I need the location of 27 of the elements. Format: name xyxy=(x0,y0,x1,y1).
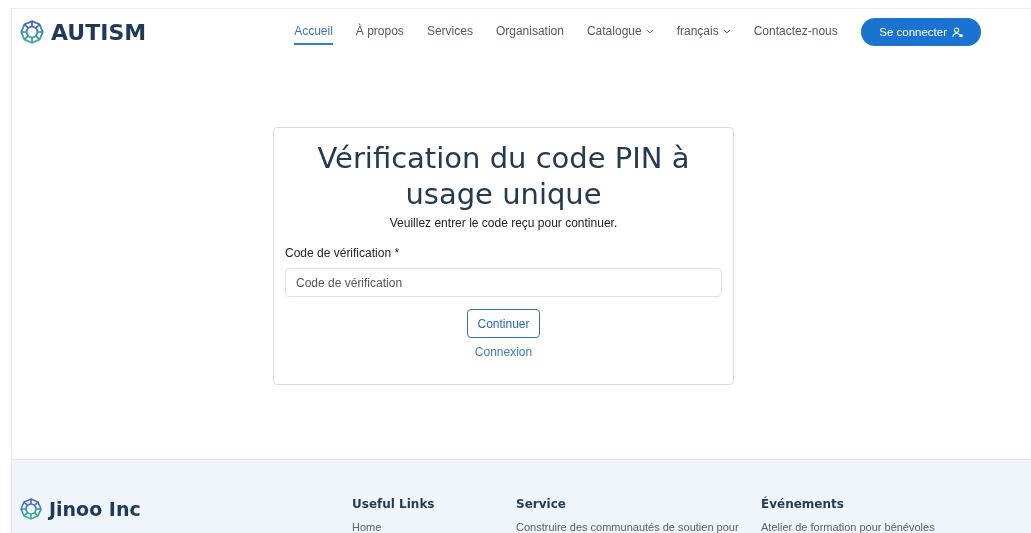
nav-link[interactable]: Organisation xyxy=(495,19,564,45)
nav-link[interactable]: À propos xyxy=(355,19,404,45)
code-input-field[interactable]: Code de vérification xyxy=(285,268,722,297)
nav-link[interactable]: Contactez-nous xyxy=(753,19,838,45)
page-title: Vérification du code PIN à usage unique xyxy=(316,140,691,212)
instructions-text: Veuillez entrer le code reçu pour continuer. xyxy=(389,216,618,230)
nav-link[interactable]: Services xyxy=(426,19,473,45)
footer-link[interactable]: Atelier de formation pour bénévoles xyxy=(761,521,1031,533)
footer-heading: Événements xyxy=(761,497,845,511)
field-label: Code de vérification * xyxy=(285,246,400,260)
user-icon xyxy=(952,26,963,38)
nav-link[interactable]: Accueil xyxy=(294,19,333,45)
nav-link[interactable]: Catalogue xyxy=(586,19,654,45)
nav-link[interactable]: français xyxy=(676,19,731,45)
footer-link[interactable]: Construire des communautés de soutien pour xyxy=(516,521,761,533)
chevron-icon xyxy=(722,28,731,34)
chevron-icon xyxy=(645,28,654,34)
footer-heading: Service xyxy=(516,497,567,511)
logo-icon xyxy=(19,19,45,45)
footer-brand: Jinoo Inc xyxy=(49,498,141,520)
logo-icon xyxy=(19,497,43,521)
continue-button[interactable]: Continuer xyxy=(467,309,540,338)
footer-link[interactable]: Home xyxy=(352,521,516,533)
footer-heading: Useful Links xyxy=(352,497,436,511)
brand-name: AUTISM xyxy=(51,19,147,45)
login-link[interactable]: Connexion xyxy=(474,345,533,359)
login-button[interactable]: Se connecter xyxy=(861,18,981,46)
